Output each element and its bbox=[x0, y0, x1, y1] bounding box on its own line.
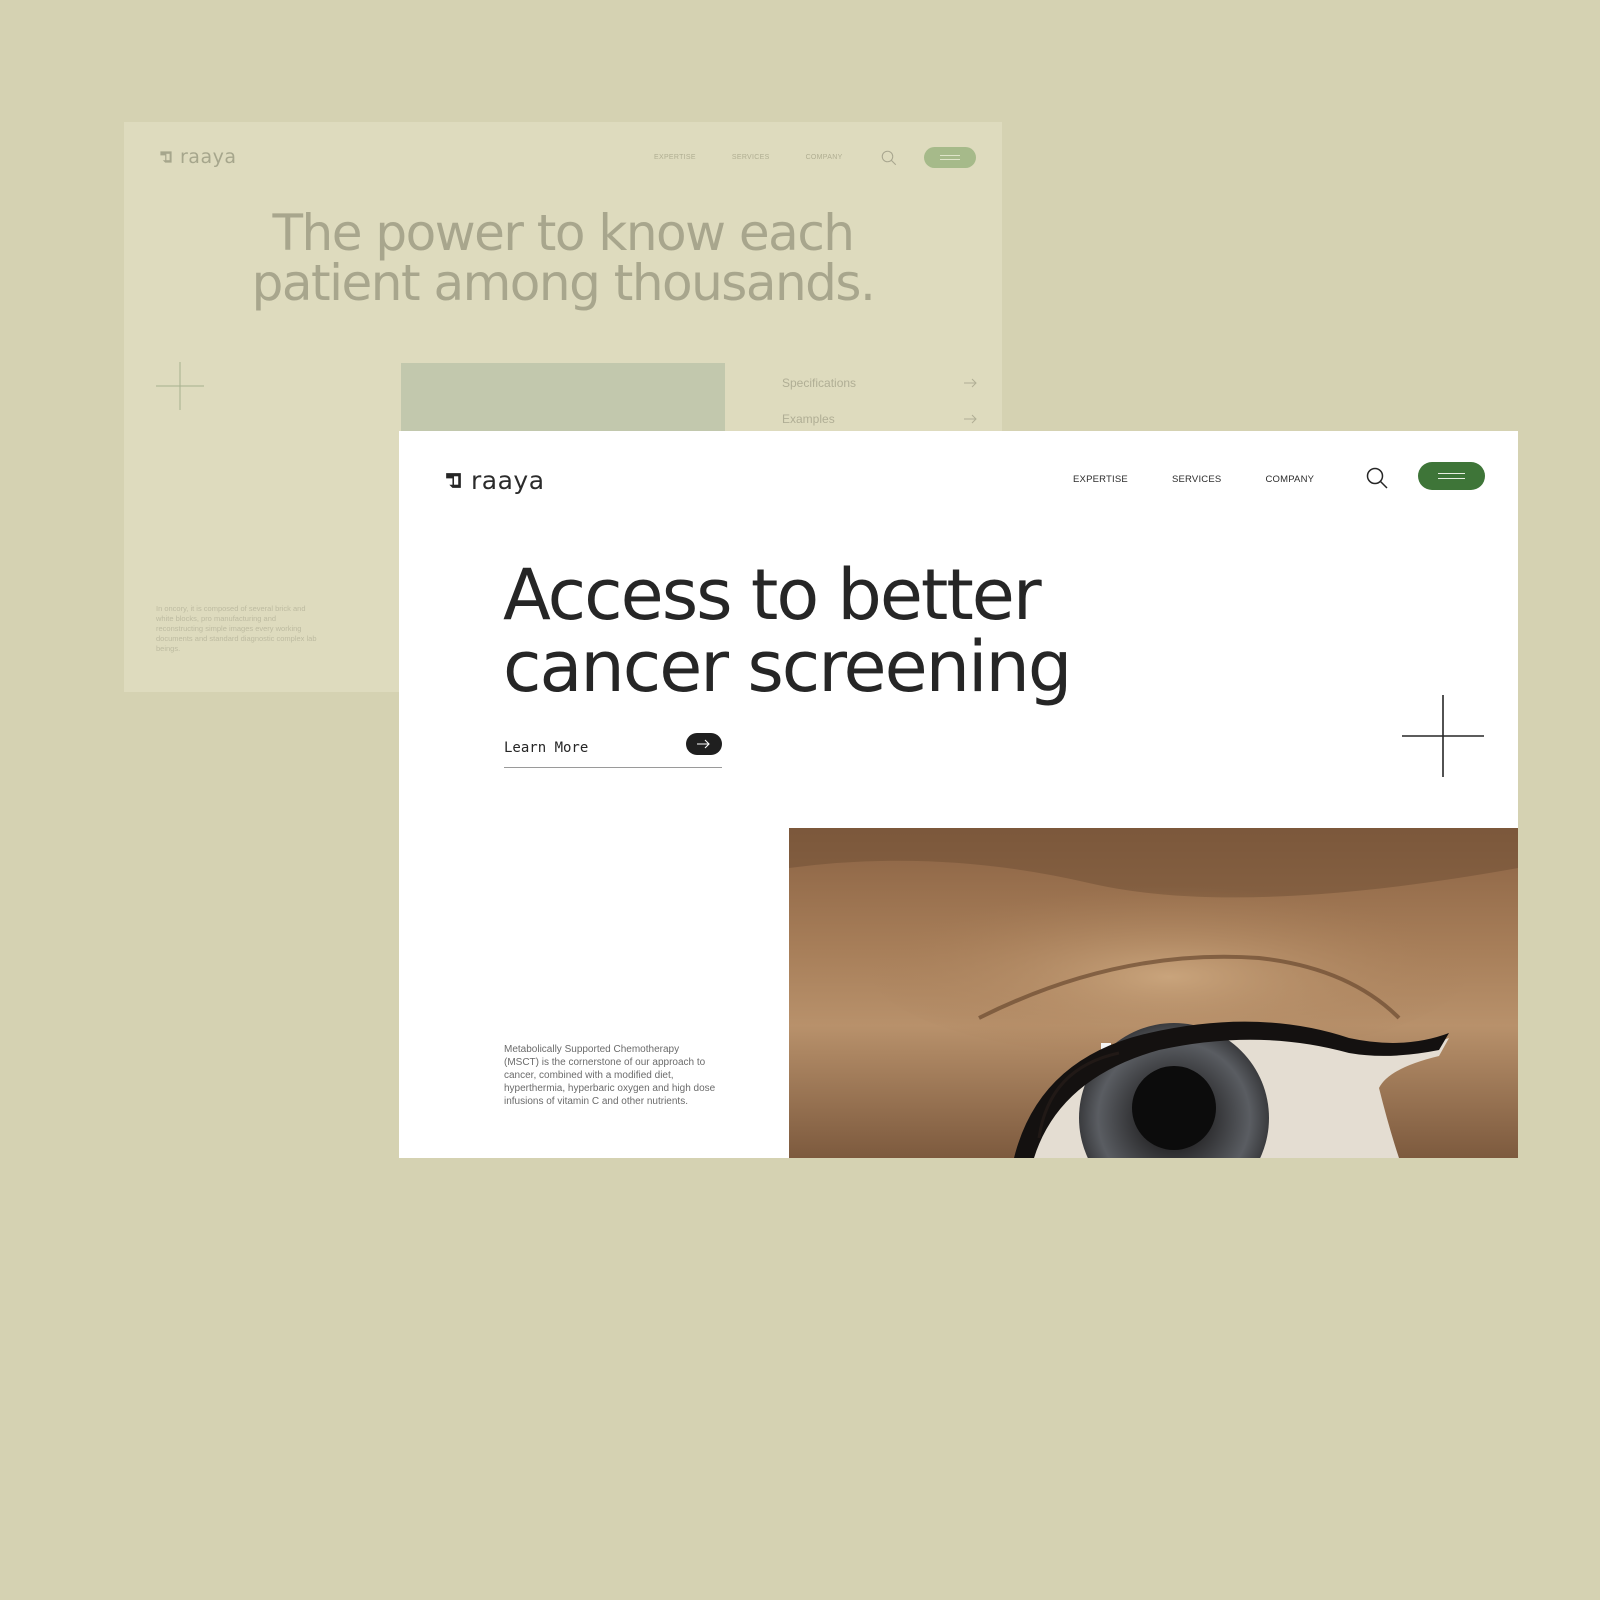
main-nav: EXPERTISE SERVICES COMPANY bbox=[1073, 474, 1314, 485]
front-page: raaya EXPERTISE SERVICES COMPANY Access … bbox=[399, 431, 1518, 1158]
back-logo: raaya bbox=[158, 146, 237, 168]
crosshair-plus-icon bbox=[156, 362, 204, 410]
back-logo-text: raaya bbox=[180, 146, 237, 168]
back-headline: The power to know each patient among tho… bbox=[251, 204, 876, 312]
back-nav-services: SERVICES bbox=[731, 154, 770, 161]
search-icon bbox=[881, 150, 897, 166]
learn-more-arrow-button[interactable] bbox=[686, 733, 722, 755]
search-icon[interactable] bbox=[1365, 466, 1389, 490]
menu-button[interactable] bbox=[1418, 462, 1485, 490]
raaya-logo-icon bbox=[446, 473, 461, 488]
back-nav-company: COMPANY bbox=[805, 154, 843, 161]
back-list-item-specifications: Specifications bbox=[782, 365, 978, 401]
back-nav: EXPERTISE SERVICES COMPANY bbox=[654, 154, 843, 161]
arrow-right-icon bbox=[697, 739, 710, 749]
hamburger-menu-icon bbox=[940, 155, 960, 156]
back-menu-button bbox=[924, 147, 976, 168]
nav-services[interactable]: SERVICES bbox=[1172, 474, 1221, 485]
arrow-right-icon bbox=[964, 378, 977, 388]
eye-closeup-image bbox=[789, 828, 1518, 1158]
nav-company[interactable]: COMPANY bbox=[1265, 474, 1314, 485]
crosshair-plus-icon bbox=[1402, 695, 1484, 777]
back-link-list: Specifications Examples bbox=[782, 365, 978, 437]
logo-text: raaya bbox=[471, 466, 545, 495]
back-nav-expertise: EXPERTISE bbox=[654, 154, 696, 161]
hero-headline: Access to better cancer screening bbox=[503, 554, 1072, 708]
learn-more-link[interactable]: Learn More bbox=[504, 733, 722, 768]
raaya-logo-icon bbox=[160, 151, 172, 163]
nav-expertise[interactable]: EXPERTISE bbox=[1073, 474, 1128, 485]
intro-paragraph: Metabolically Supported Chemotherapy (MS… bbox=[504, 1044, 716, 1107]
hamburger-menu-icon bbox=[1438, 473, 1465, 475]
arrow-right-icon bbox=[964, 414, 977, 424]
logo[interactable]: raaya bbox=[443, 468, 545, 493]
back-paragraph: In oncory, it is composed of several bri… bbox=[156, 604, 317, 653]
learn-more-label: Learn More bbox=[504, 740, 589, 756]
